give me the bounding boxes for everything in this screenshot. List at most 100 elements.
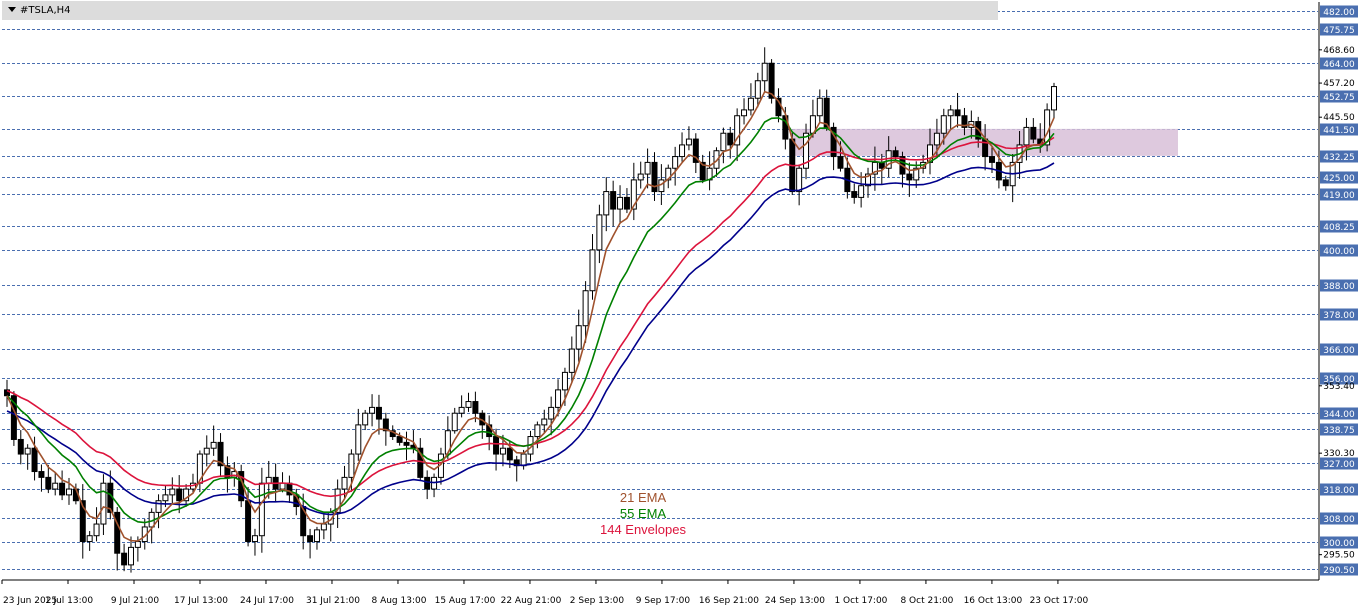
candle-body: [816, 97, 823, 117]
level-price-label: 419.00: [1323, 191, 1355, 201]
y-tick-label: 468.60: [1323, 46, 1355, 56]
level-price-label: 344.00: [1323, 410, 1355, 420]
candle-body: [596, 214, 603, 251]
candlesticks: [4, 47, 1057, 573]
time-axis[interactable]: 23 Jun 20251 Jul 13:00 9 Jul 21:00 17 Jul …: [1, 580, 1089, 606]
symbol-bar[interactable]: #TSLA,H4: [2, 1, 998, 20]
x-tick-label: 31 Jul 21:00: [306, 596, 360, 606]
level-price-label: 464.00: [1323, 60, 1355, 70]
candle-body: [1051, 86, 1057, 111]
candle-body: [644, 161, 651, 175]
candle-body: [837, 156, 844, 169]
x-tick-label: 2 Sep 13:00: [570, 596, 625, 606]
x-tick-label: 16 Sep 21:00: [699, 596, 759, 606]
candle-body: [582, 290, 589, 327]
level-price-label: 400.00: [1323, 247, 1355, 257]
candle-body: [320, 523, 327, 531]
candle-body: [258, 482, 265, 537]
level-price-label: 441.50: [1323, 126, 1355, 136]
price-axis[interactable]: 482.00 475.75 464.00 452.75 441.50 432.25 425.…: [1319, 5, 1358, 577]
level-price-label: 327.00: [1323, 460, 1355, 470]
candle-body: [761, 62, 768, 82]
candle-body: [685, 138, 692, 146]
level-price-label: 432.25: [1323, 153, 1355, 163]
x-tick-label: 17 Jul 13:00: [174, 596, 228, 606]
y-tick-label: 295.50: [1323, 551, 1355, 561]
y-tick-label: 330.30: [1323, 449, 1355, 459]
candle-body: [162, 494, 169, 502]
candle-body: [906, 173, 913, 181]
candle-body: [493, 436, 500, 455]
candle-body: [555, 389, 562, 408]
candle-body: [203, 447, 210, 455]
level-price-label: 475.75: [1323, 26, 1355, 36]
candle-body: [100, 482, 107, 525]
candle-body: [396, 436, 403, 443]
candle-body: [121, 552, 128, 566]
y-tick-label: 353.40: [1323, 382, 1355, 392]
legend-ema21-label: 21 EMA: [619, 490, 667, 505]
candle-body: [575, 325, 582, 350]
candle-body: [617, 196, 624, 210]
indicator-lines: [6, 90, 1055, 542]
candle-body: [561, 371, 568, 391]
candle-body: [933, 132, 940, 146]
level-price-label: 318.00: [1323, 486, 1355, 496]
candle-body: [210, 441, 217, 449]
y-tick-label: 457.20: [1323, 79, 1355, 89]
candle-body: [541, 418, 548, 426]
legend-env144-label: 144 Envelopes: [599, 522, 686, 537]
symbol-title: #TSLA,H4: [20, 5, 71, 16]
candle-body: [341, 476, 348, 490]
candle-body: [134, 541, 141, 548]
candle-body: [589, 249, 596, 292]
candle-body: [506, 447, 513, 461]
candle-body: [52, 482, 59, 490]
x-tick-label: 22 Aug 21:00: [501, 596, 562, 606]
candle-body: [403, 441, 410, 446]
candle-body: [245, 500, 252, 543]
level-price-label: 482.00: [1323, 8, 1355, 18]
level-price-label: 300.00: [1323, 539, 1355, 549]
x-tick-label: 8 Oct 21:00: [900, 596, 953, 606]
candle-body: [940, 115, 947, 134]
candle-body: [851, 191, 858, 198]
candle-body: [603, 191, 610, 216]
candle-body: [251, 535, 258, 543]
x-tick-label: 9 Jul 21:00: [111, 596, 160, 606]
ema55-line: [6, 117, 1055, 524]
candle-body: [637, 173, 644, 181]
legend-ema55-label: 55 EMA: [619, 506, 667, 521]
candle-body: [623, 196, 630, 210]
x-tick-label: 24 Jul 17:00: [240, 596, 294, 606]
candle-body: [858, 185, 865, 198]
candle-body: [796, 167, 803, 193]
candle-body: [307, 535, 314, 543]
candle-body: [31, 447, 38, 473]
x-tick-label: 9 Sep 17:00: [636, 596, 691, 606]
candle-body: [1023, 126, 1030, 146]
legend-ema55: 55 EMA: [588, 506, 698, 521]
candle-body: [727, 132, 734, 146]
x-tick-label: 1 Oct 17:00: [834, 596, 887, 606]
dropdown-arrow-icon[interactable]: [8, 7, 16, 12]
legend-ema21: 21 EMA: [588, 490, 698, 505]
candle-body: [355, 424, 362, 455]
candle-body: [38, 471, 45, 478]
candle-body: [1030, 126, 1037, 140]
level-price-label: 308.00: [1323, 515, 1355, 525]
candle-body: [348, 453, 355, 478]
level-price-label: 388.00: [1323, 282, 1355, 292]
candle-body: [45, 476, 52, 490]
candle-body: [679, 144, 686, 158]
candle-body: [458, 406, 465, 414]
candle-body: [24, 447, 31, 455]
candle-body: [362, 412, 369, 426]
candle-body: [534, 424, 541, 438]
level-price-label: 338.75: [1323, 426, 1355, 436]
candle-body: [499, 447, 506, 455]
x-tick-label: 8 Aug 13:00: [371, 596, 426, 606]
candle-body: [86, 535, 93, 543]
candle-body: [17, 438, 24, 455]
level-price-label: 452.75: [1323, 93, 1355, 103]
